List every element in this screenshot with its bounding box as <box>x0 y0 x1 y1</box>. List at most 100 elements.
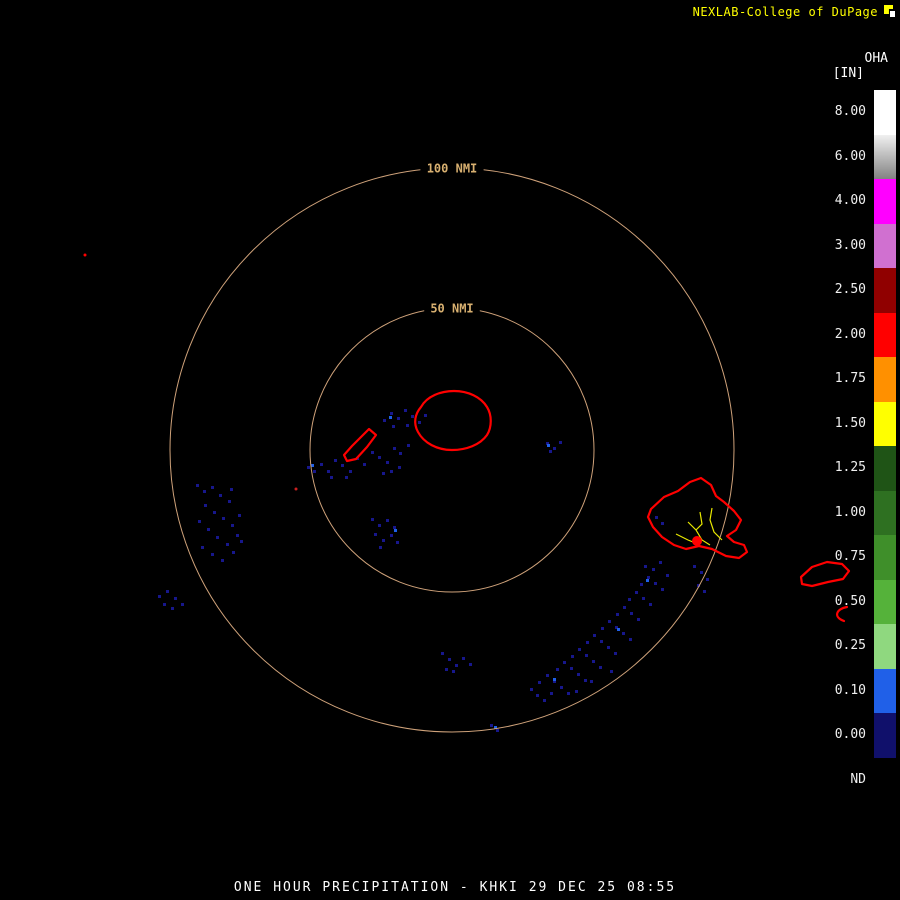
precip-echo <box>706 578 709 581</box>
precip-echo <box>163 603 166 606</box>
product-caption: ONE HOUR PRECIPITATION - KHKI 29 DEC 25 … <box>233 880 677 895</box>
precip-echo <box>313 470 316 473</box>
precip-echo <box>570 667 573 670</box>
island-outline-lanai-fragment <box>836 605 849 623</box>
precip-echo <box>543 699 546 702</box>
precip-echo <box>158 595 161 598</box>
precip-echo <box>546 674 549 677</box>
precip-echo <box>390 412 393 415</box>
precip-echo <box>553 447 556 450</box>
precip-echo <box>644 565 647 568</box>
precip-echo <box>378 524 381 527</box>
precip-echo <box>441 652 444 655</box>
precip-echo <box>404 409 407 412</box>
precip-echo <box>661 588 664 591</box>
precip-echo <box>666 574 669 577</box>
precip-echo <box>593 634 596 637</box>
red-speck <box>294 487 298 491</box>
precip-echo <box>216 536 219 539</box>
brand-text: NEXLAB-College of DuPage <box>692 5 878 19</box>
precip-echo <box>652 568 655 571</box>
precip-echo <box>556 668 559 671</box>
precip-echo <box>563 661 566 664</box>
precip-echo <box>693 565 696 568</box>
precip-echo <box>647 576 650 579</box>
precip-echo <box>198 520 201 523</box>
road-line <box>709 507 723 541</box>
island-outline-oahu <box>646 476 749 560</box>
precip-echo <box>341 464 344 467</box>
precip-echo <box>211 486 214 489</box>
precip-echo <box>171 607 174 610</box>
precip-echo <box>211 553 214 556</box>
precip-echo <box>560 686 563 689</box>
precip-echo <box>231 524 234 527</box>
precip-echo <box>204 504 207 507</box>
range-ring-label: 100 NMI <box>427 162 478 176</box>
precip-echo <box>592 660 595 663</box>
precip-echo <box>349 470 352 473</box>
precip-echo <box>230 488 233 491</box>
red-speck <box>83 253 87 257</box>
precip-echo <box>445 668 448 671</box>
precip-echo <box>635 591 638 594</box>
precip-echo <box>238 514 241 517</box>
precip-echo <box>642 597 645 600</box>
precip-echo <box>448 658 451 661</box>
precip-echo <box>700 571 703 574</box>
precip-echo <box>490 724 493 727</box>
precip-echo <box>396 541 399 544</box>
island-outline-niihau <box>342 427 378 463</box>
precip-echo <box>567 692 570 695</box>
precip-echo <box>363 463 366 466</box>
road-line <box>695 511 703 531</box>
precip-echo <box>571 655 574 658</box>
precip-echo <box>382 539 385 542</box>
precip-echo <box>232 551 235 554</box>
precip-echo <box>424 414 427 417</box>
precip-echo <box>418 421 421 424</box>
precip-echo <box>578 648 581 651</box>
precip-echo <box>601 627 604 630</box>
precip-echo <box>575 690 578 693</box>
precip-echo <box>386 461 389 464</box>
precip-echo <box>330 476 333 479</box>
precip-echo <box>617 628 620 631</box>
island-outline-kauai <box>414 389 492 452</box>
precip-echo <box>399 452 402 455</box>
precip-echo <box>607 646 610 649</box>
precip-echo <box>637 618 640 621</box>
precip-echo <box>600 640 603 643</box>
precip-echo <box>536 694 539 697</box>
precip-echo <box>496 729 499 732</box>
precip-echo <box>371 518 374 521</box>
precip-echo <box>586 641 589 644</box>
precip-echo <box>661 522 664 525</box>
precip-echo <box>228 500 231 503</box>
precip-echo <box>553 678 556 681</box>
precip-echo <box>550 692 553 695</box>
precip-echo <box>628 598 631 601</box>
precip-echo <box>452 670 455 673</box>
precip-echo <box>538 681 541 684</box>
precip-echo <box>219 494 222 497</box>
precip-echo <box>389 416 392 419</box>
precip-echo <box>599 666 602 669</box>
precip-echo <box>530 688 533 691</box>
legend-units-label: [IN] <box>832 66 864 81</box>
precip-echo <box>616 613 619 616</box>
precip-echo <box>703 590 706 593</box>
precip-echo <box>334 459 337 462</box>
precip-echo <box>371 451 374 454</box>
radar-screen: { "header": { "brand": "NEXLAB-College o… <box>0 0 900 900</box>
precip-echo <box>455 664 458 667</box>
precip-echo <box>655 516 658 519</box>
precip-echo <box>585 654 588 657</box>
precip-echo <box>382 472 385 475</box>
precip-echo <box>397 417 400 420</box>
precip-echo <box>398 466 401 469</box>
precip-echo <box>383 419 386 422</box>
precip-echo <box>614 652 617 655</box>
precip-echo <box>394 529 397 532</box>
precip-echo <box>207 528 210 531</box>
